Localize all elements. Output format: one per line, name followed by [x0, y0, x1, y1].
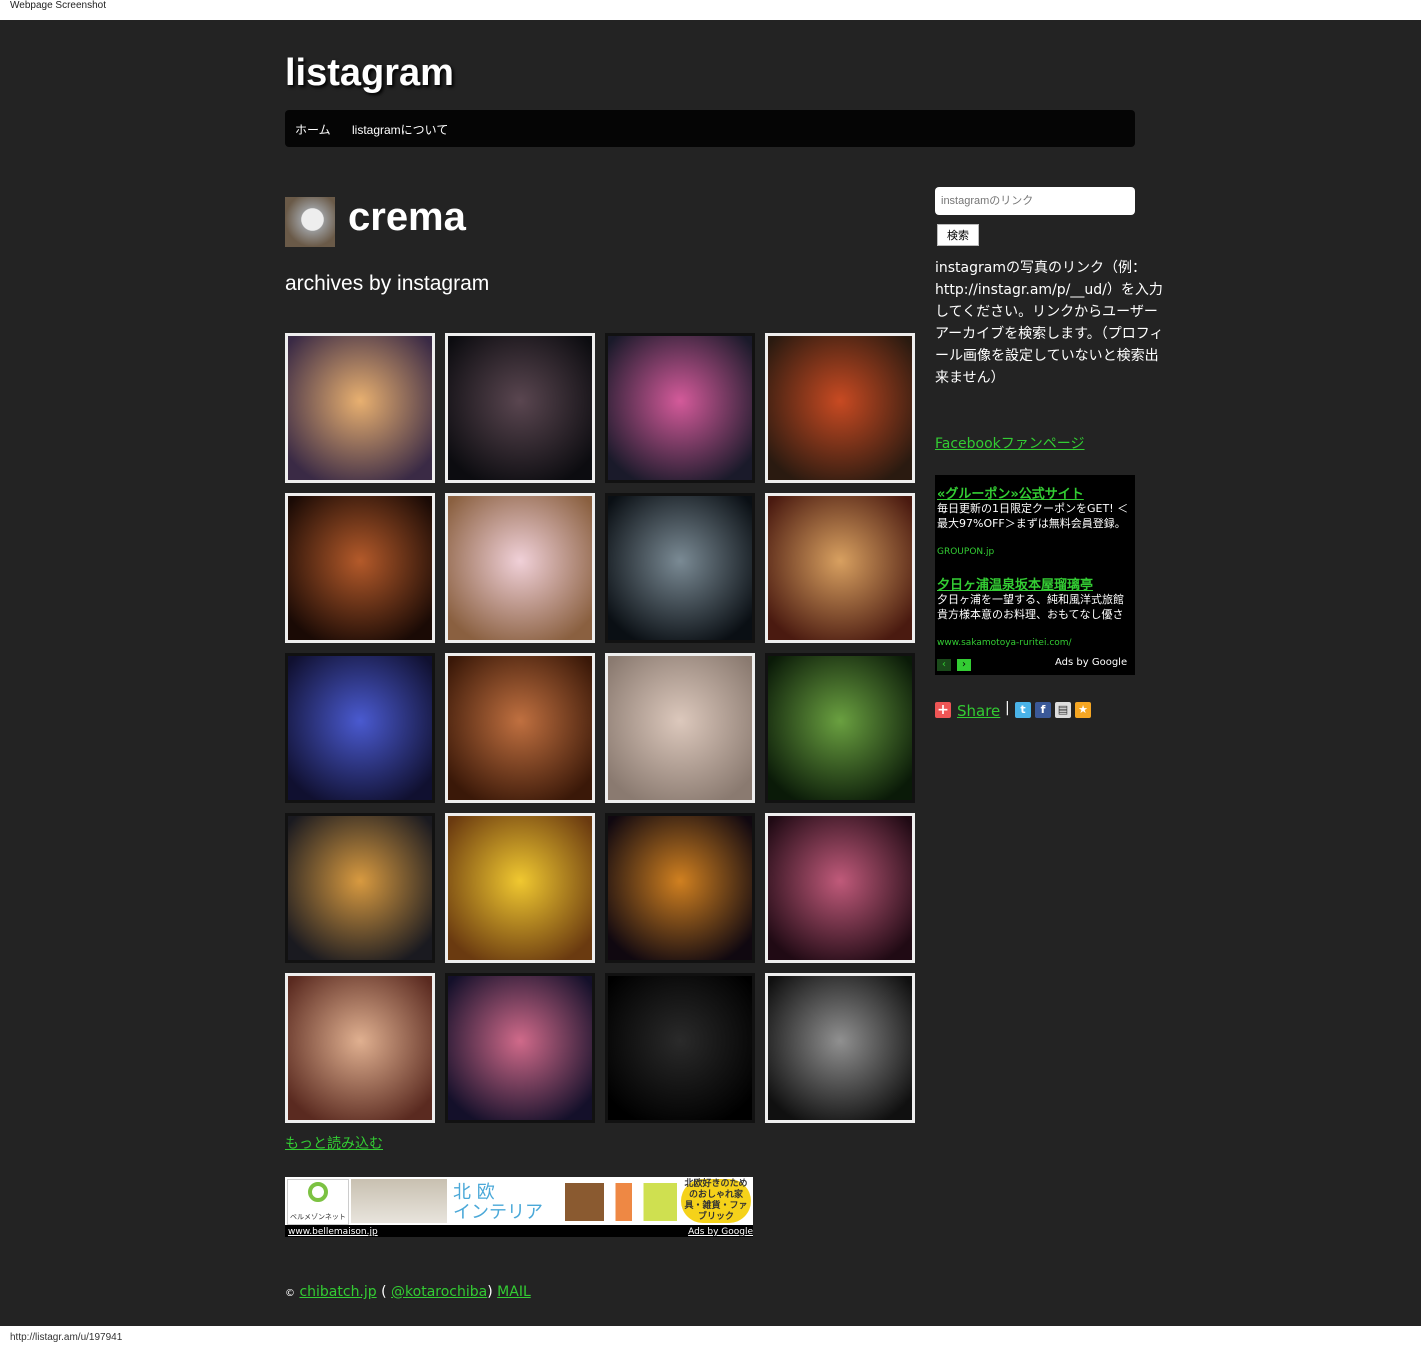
copyright-symbol: © [285, 1288, 295, 1299]
window-caption: Webpage Screenshot [10, 0, 106, 11]
motorcycle-wheel-photo[interactable] [765, 973, 915, 1123]
search-button[interactable]: 検索 [937, 224, 979, 246]
ads-by-google-link[interactable]: Ads by Google [688, 1227, 753, 1237]
corona-bottles-photo[interactable] [285, 813, 435, 963]
footer: © chibatch.jp ( @kotarochiba) MAIL [285, 1284, 531, 1300]
share-plus-icon[interactable]: + [935, 702, 951, 718]
sidebar-ad: «グルーポン»公式サイト 毎日更新の1日限定クーポンをGET! ＜最大97%OF… [935, 475, 1135, 675]
glass-cup-photo[interactable] [605, 653, 755, 803]
share-link[interactable]: Share [957, 702, 1000, 720]
yellow-fabric-photo[interactable] [445, 813, 595, 963]
ad2-url[interactable]: www.sakamotoya-ruritei.com/ [937, 638, 1072, 648]
ad1-url[interactable]: GROUPON.jp [937, 547, 994, 557]
frosted-glass-photo[interactable] [605, 493, 755, 643]
load-more-link[interactable]: もっと読み込む [285, 1133, 383, 1153]
ad2-title-link[interactable]: 夕日ヶ浦温泉坂本屋瑠璃亭 [937, 574, 1093, 593]
night-street-photo[interactable] [445, 333, 595, 483]
ad-prev-icon[interactable]: ‹ [937, 659, 951, 671]
necklace-photo[interactable] [285, 973, 435, 1123]
status-bar: http://listagr.am/u/197941 [0, 1326, 1421, 1346]
footer-open-paren: ( [381, 1284, 387, 1300]
nav-item-about[interactable]: listagramについて [352, 121, 448, 138]
toothpicks-photo[interactable] [445, 653, 595, 803]
bottom-ad-banner[interactable]: ベルメゾンネット 北 欧 インテリア 北欧好きのためのおしゃれ家具・雑貨・ファブ… [285, 1177, 753, 1237]
polka-dots-photo[interactable] [605, 973, 755, 1123]
page-title: crema [348, 195, 466, 239]
ad-furniture-image [565, 1183, 677, 1221]
ad1-body: 毎日更新の1日限定クーポンをGET! ＜最大97%OFF＞まずは無料会員登録。 [937, 502, 1129, 530]
ladybug-flowers-photo[interactable] [765, 653, 915, 803]
footer-site-link[interactable]: chibatch.jp [299, 1284, 376, 1300]
avatar [285, 197, 335, 247]
page: listagram ホーム listagramについて crema archiv… [0, 20, 1421, 1326]
search-help-text: instagramの写真のリンク（例：http://instagr.am/p/_… [935, 260, 1164, 386]
footer-close-paren: ) [487, 1284, 493, 1300]
ad2-body: 夕日ヶ浦を一望する、純和風洋式旅館 貴方様本意のお料理、おもてなし優さ [937, 593, 1124, 621]
soup-bowl-photo[interactable] [765, 333, 915, 483]
closed-sign-photo[interactable] [765, 493, 915, 643]
sneakers-photo[interactable] [605, 333, 755, 483]
ad-banner-image[interactable]: ベルメゾンネット 北 欧 インテリア 北欧好きのためのおしゃれ家具・雑貨・ファブ… [285, 1177, 753, 1225]
share-separator: | [1005, 700, 1010, 716]
facebook-icon[interactable]: f [1035, 702, 1051, 718]
flag-ribbon-photo[interactable] [285, 653, 435, 803]
facebook-fanpage-link[interactable]: Facebookファンページ [935, 433, 1085, 453]
ad1-title-link[interactable]: «グルーポン»公式サイト [937, 483, 1084, 502]
ad-next-icon[interactable]: › [957, 659, 971, 671]
ad-title: 北 欧 インテリア [453, 1182, 543, 1223]
nail-ring-photo[interactable] [445, 973, 595, 1123]
ad-badge: 北欧好きのためのおしゃれ家具・雑貨・ファブリック [681, 1179, 751, 1223]
favorite-star-icon[interactable]: ★ [1075, 702, 1091, 718]
ad-brand-logo: ベルメゾンネット [287, 1179, 349, 1225]
page-subtitle: archives by instagram [285, 272, 490, 295]
main-nav: ホーム listagramについて [285, 110, 1135, 147]
status-url: http://listagr.am/u/197941 [10, 1332, 123, 1343]
coffee-beans-photo[interactable] [285, 493, 435, 643]
la-crema-cork-photo[interactable] [765, 813, 915, 963]
cherry-chocolate-photo[interactable] [445, 493, 595, 643]
search-input[interactable] [935, 187, 1135, 215]
ads-by-google-label[interactable]: Ads by Google [1055, 657, 1127, 668]
print-icon[interactable]: ▤ [1055, 702, 1071, 718]
bracelet-photo[interactable] [605, 813, 755, 963]
site-logo[interactable]: listagram [285, 52, 454, 95]
ad-bed-image [351, 1179, 447, 1223]
footer-mail-link[interactable]: MAIL [497, 1284, 531, 1300]
footer-twitter-link[interactable]: @kotarochiba [391, 1284, 487, 1300]
nav-item-home[interactable]: ホーム [295, 121, 331, 138]
twitter-icon[interactable]: t [1015, 702, 1031, 718]
plant-shadow-photo[interactable] [285, 333, 435, 483]
ad-url[interactable]: www.bellemaison.jp [288, 1227, 378, 1237]
